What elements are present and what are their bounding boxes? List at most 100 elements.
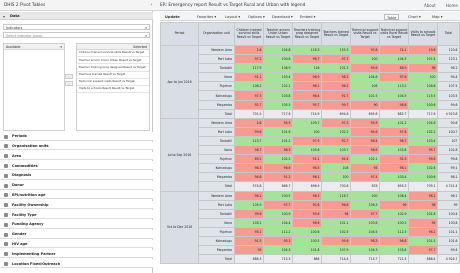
table-button[interactable]: Table — [384, 13, 400, 20]
value-cell[interactable]: 104.3 — [350, 245, 380, 256]
value-cell[interactable]: 98 — [408, 63, 438, 74]
value-cell[interactable]: 96.6 — [263, 163, 293, 174]
value-cell[interactable]: 102.3 — [263, 154, 293, 165]
value-cell[interactable]: 97.3 — [321, 117, 351, 128]
value-cell[interactable]: 96.7 — [292, 54, 322, 65]
value-cell[interactable]: 105.6 — [292, 145, 322, 156]
dimension-item[interactable]: Gender — [0, 230, 153, 239]
value-cell[interactable]: 96.2 — [321, 81, 351, 92]
value-cell[interactable]: 95.7 — [408, 145, 438, 156]
value-cell[interactable]: 101.3 — [321, 63, 351, 74]
move-left-icon[interactable]: ‹ — [65, 81, 73, 86]
column-header[interactable]: Period — [160, 22, 199, 46]
search-icon[interactable]: ▾ — [60, 45, 62, 49]
value-cell[interactable]: 92.7 — [234, 99, 264, 110]
value-cell[interactable]: 115.5 — [408, 90, 438, 101]
column-header[interactable]: Teachers trained Result vs Target — [321, 22, 351, 46]
value-cell[interactable]: 101.6 — [263, 126, 293, 137]
value-cell[interactable]: 96.3 — [292, 190, 322, 201]
value-cell[interactable]: 69.1 — [234, 154, 264, 165]
value-cell[interactable]: 102.5 — [321, 226, 351, 237]
column-header[interactable]: Technical support visits Rural Result vs… — [379, 22, 409, 46]
dimension-item[interactable]: Commodities — [0, 161, 153, 170]
value-cell[interactable]: 102.2 — [408, 126, 438, 137]
selected-item[interactable]: Visits to schools Result Result vs Targe… — [77, 86, 149, 94]
value-cell[interactable]: 96 — [408, 199, 438, 210]
available-list[interactable]: Available ▾ — [3, 43, 65, 131]
value-cell[interactable]: 101.1 — [321, 217, 351, 228]
value-cell[interactable]: 91.5 — [234, 235, 264, 247]
value-cell[interactable]: 102.1 — [350, 154, 380, 165]
value-cell[interactable]: 91.1 — [292, 154, 322, 165]
value-cell[interactable]: 98.2 — [321, 72, 351, 83]
value-cell[interactable]: 100.6 — [263, 54, 293, 65]
value-cell[interactable]: 101.2 — [263, 135, 293, 147]
value-cell[interactable]: 98.3 — [350, 235, 380, 247]
value-cell[interactable]: 108.9 — [263, 63, 293, 74]
dimension-item[interactable]: Implementing Partner — [0, 249, 153, 259]
value-cell[interactable]: 102.9 — [379, 208, 409, 219]
value-cell[interactable]: 100 — [292, 126, 322, 137]
value-cell[interactable]: 104.6 — [408, 117, 438, 128]
value-cell[interactable]: 104.8 — [263, 44, 293, 56]
dimension-item[interactable]: Facility Type — [0, 210, 153, 219]
value-cell[interactable]: 104.8 — [350, 72, 380, 83]
value-cell[interactable]: 100.3 — [379, 217, 409, 228]
value-cell[interactable]: 2.6 — [234, 44, 264, 56]
value-cell[interactable]: 90 — [350, 99, 380, 110]
value-cell[interactable]: 104.4 — [263, 217, 293, 228]
update-button[interactable]: Update — [163, 14, 182, 20]
value-cell[interactable]: 100.6 — [408, 172, 438, 183]
value-cell[interactable]: 112.5 — [379, 226, 409, 237]
value-cell[interactable]: 96.2 — [408, 226, 438, 237]
value-cell[interactable]: 104.3 — [263, 245, 293, 256]
value-cell[interactable]: 93 — [350, 163, 380, 174]
value-cell[interactable]: 100 — [408, 72, 438, 83]
value-cell[interactable]: 95.3 — [263, 235, 293, 247]
value-cell[interactable]: 103.8 — [263, 90, 293, 101]
value-cell[interactable]: 96.1 — [292, 81, 322, 92]
value-cell[interactable]: 116 — [292, 63, 322, 74]
value-cell[interactable]: 95.7 — [292, 99, 322, 110]
value-cell[interactable]: 102.1 — [263, 81, 293, 92]
dimension-item[interactable]: Organisation units — [0, 141, 153, 151]
value-cell[interactable]: 97.7 — [321, 54, 351, 65]
value-cell[interactable]: 103.4 — [379, 172, 409, 183]
value-cell[interactable]: 97.7 — [408, 245, 438, 256]
value-cell[interactable]: 107.4 — [408, 54, 438, 65]
value-cell[interactable]: 113.7 — [234, 135, 264, 147]
dimension-item[interactable]: Donor — [0, 181, 153, 190]
value-cell[interactable]: 99.6 — [234, 126, 264, 137]
value-cell[interactable]: 92.7 — [321, 135, 351, 147]
chart-menu[interactable]: Chart ▾ — [406, 14, 423, 20]
value-cell[interactable]: 95.9 — [350, 117, 380, 128]
value-cell[interactable]: 96.5 — [292, 163, 322, 174]
value-cell[interactable]: 98.1 — [234, 190, 264, 201]
value-cell[interactable]: 103.4 — [263, 72, 293, 83]
column-header[interactable]: Teacher accom Union Urban Result vs Targ… — [263, 22, 293, 46]
collapse-panel-icon[interactable]: ‹ — [148, 2, 155, 9]
value-cell[interactable]: 96.6 — [321, 199, 351, 210]
dimension-item[interactable]: Facility Ownership — [0, 200, 153, 210]
value-cell[interactable]: 105.9 — [234, 199, 264, 210]
move-right-icon[interactable]: › — [65, 74, 73, 79]
value-cell[interactable]: 113.2 — [379, 81, 409, 92]
column-header[interactable]: Visits to schools Result vs Target — [408, 22, 438, 46]
value-cell[interactable]: 91.1 — [234, 72, 264, 83]
value-cell[interactable]: 102.5 — [321, 126, 351, 137]
value-cell[interactable]: 95.1 — [234, 226, 264, 237]
value-cell[interactable]: 97.4 — [350, 172, 380, 183]
layout-menu[interactable]: Layout ▾ — [223, 14, 242, 20]
value-cell[interactable]: 99.7 — [321, 99, 351, 110]
column-header[interactable]: Teachers training prog designed Result v… — [292, 22, 322, 46]
value-cell[interactable]: 94.8 — [234, 172, 264, 183]
dimension-item[interactable]: EPI/nutrition age — [0, 190, 153, 200]
value-cell[interactable]: 103.8 — [379, 145, 409, 156]
value-cell[interactable]: 109.7 — [292, 117, 322, 128]
value-cell[interactable]: 97.6 — [379, 72, 409, 83]
home-link[interactable]: Home — [446, 3, 458, 8]
selected-item[interactable]: Teacher training prog designed Result vs… — [77, 64, 149, 72]
value-cell[interactable]: 101.5 — [350, 90, 380, 101]
value-cell[interactable]: 91.7 — [321, 90, 351, 101]
value-cell[interactable]: 103.6 — [350, 217, 380, 228]
